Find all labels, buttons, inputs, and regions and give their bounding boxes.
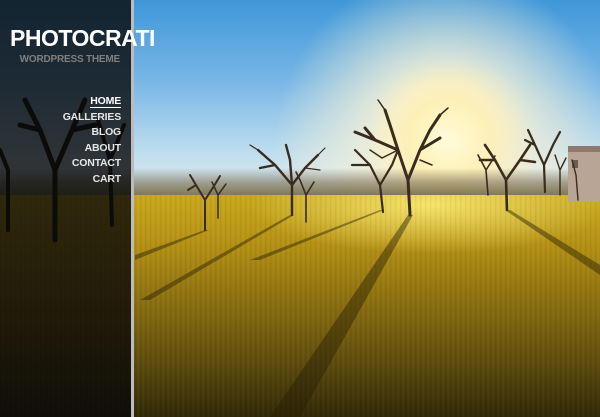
nav-link-galleries[interactable]: GALLERIES [63,111,121,123]
nav-item-home[interactable]: HOME [0,92,121,108]
sidebar-divider [131,0,134,417]
site-tagline: WORDPRESS THEME [19,54,121,65]
site-logo[interactable]: PHOTOCRATI [10,25,155,52]
nav-link-contact[interactable]: CONTACT [72,157,121,169]
nav-link-about[interactable]: ABOUT [85,142,122,154]
nav-item-cart[interactable]: CART [0,170,122,186]
nav-link-home[interactable]: HOME [90,95,121,108]
nav-item-contact[interactable]: CONTACT [0,154,121,170]
nav-item-about[interactable]: ABOUT [0,139,122,155]
nav-item-galleries[interactable]: GALLERIES [0,108,121,124]
hero-photo: PHOTOCRATI WORDPRESS THEME HOME GALLERIE… [0,0,600,417]
nav-link-blog[interactable]: BLOG [91,126,121,138]
nav-item-blog[interactable]: BLOG [0,123,121,139]
nav-link-cart[interactable]: CART [93,173,122,185]
main-nav: HOME GALLERIES BLOG ABOUT CONTACT CART [0,92,121,185]
barn [568,146,600,202]
